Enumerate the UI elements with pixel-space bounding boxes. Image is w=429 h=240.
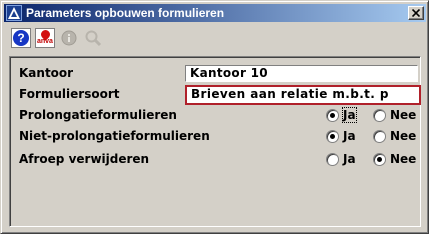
app-logo-icon: [8, 7, 20, 19]
search-button[interactable]: [83, 28, 103, 48]
help-button[interactable]: ?: [11, 28, 31, 48]
window-title: Parameters opbouwen formulieren: [26, 6, 225, 20]
niet-prolongatie-nee-radio[interactable]: [373, 129, 386, 143]
prolongatie-ja-option[interactable]: Ja: [326, 107, 357, 123]
afroep-label: Afroep verwijderen: [19, 152, 150, 166]
prolongatie-label: Prolongatieformulieren: [19, 108, 177, 122]
dialog-window: Parameters opbouwen formulieren ? anva K…: [0, 0, 429, 234]
kantoor-row: Kantoor: [19, 64, 73, 82]
niet-prolongatie-ja-label[interactable]: Ja: [343, 129, 356, 143]
afroep-nee-label[interactable]: Nee: [390, 152, 416, 166]
prolongatie-nee-option[interactable]: Nee: [373, 108, 416, 122]
kantoor-label: Kantoor: [19, 66, 74, 80]
niet-prolongatie-label: Niet-prolongatieformulieren: [19, 129, 210, 143]
niet-prolongatie-ja-option[interactable]: Ja: [326, 129, 356, 143]
afroep-ja-label[interactable]: Ja: [343, 152, 356, 166]
info-button[interactable]: [59, 28, 79, 48]
close-icon: [412, 9, 420, 17]
anva-button[interactable]: anva: [35, 28, 55, 48]
niet-prolongatie-nee-label[interactable]: Nee: [390, 129, 416, 143]
afroep-ja-radio[interactable]: [326, 152, 339, 166]
formuliersoort-row: Formuliersoort: [19, 85, 120, 103]
kantoor-field[interactable]: Kantoor 10: [185, 65, 418, 82]
niet-prolongatie-nee-option[interactable]: Nee: [373, 129, 416, 143]
toolbar: ? anva: [5, 25, 425, 51]
afroep-nee-option[interactable]: Nee: [373, 152, 416, 166]
prolongatie-ja-radio[interactable]: [326, 108, 339, 122]
formuliersoort-field[interactable]: Brieven aan relatie m.b.t. p: [185, 85, 421, 105]
info-icon: [61, 30, 77, 46]
prolongatie-ja-label[interactable]: Ja: [342, 107, 357, 123]
title-bar[interactable]: Parameters opbouwen formulieren: [4, 4, 426, 22]
afroep-ja-option[interactable]: Ja: [326, 152, 356, 166]
afroep-row: Afroep verwijderen: [19, 150, 149, 168]
close-button[interactable]: [408, 6, 424, 20]
search-icon: [85, 30, 102, 47]
prolongatie-nee-label[interactable]: Nee: [390, 108, 416, 122]
prolongatie-row: Prolongatieformulieren: [19, 106, 177, 124]
app-icon: [6, 5, 22, 21]
niet-prolongatie-row: Niet-prolongatieformulieren: [19, 127, 210, 145]
prolongatie-nee-radio[interactable]: [373, 108, 386, 122]
formuliersoort-label: Formuliersoort: [19, 87, 120, 101]
help-icon: ?: [11, 28, 31, 48]
anva-icon: anva: [35, 28, 55, 48]
niet-prolongatie-ja-radio[interactable]: [326, 129, 339, 143]
afroep-nee-radio[interactable]: [373, 152, 386, 166]
